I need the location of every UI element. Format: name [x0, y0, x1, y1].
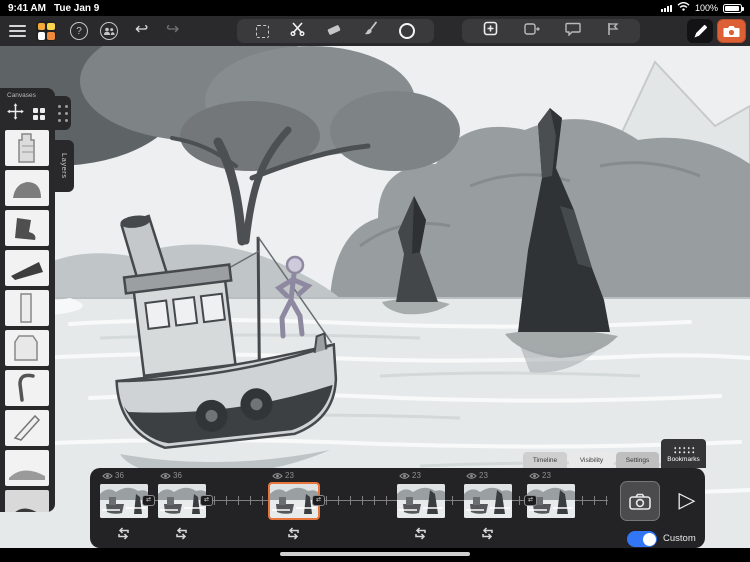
canvas-thumbnail[interactable] [5, 370, 49, 406]
canvas-thumbnail[interactable] [5, 490, 49, 512]
canvas-thumbnail[interactable] [5, 170, 49, 206]
flag-icon[interactable] [607, 22, 619, 41]
frame-visibility[interactable]: 36 [102, 471, 124, 480]
home-indicator[interactable] [280, 552, 470, 556]
help-button[interactable]: ? [70, 22, 88, 40]
frame-visibility[interactable]: 36 [160, 471, 182, 480]
custom-loop-toggle[interactable] [627, 531, 657, 547]
timeline-frame[interactable] [100, 484, 148, 518]
loop-icon[interactable] [286, 527, 301, 540]
brush-size-icon[interactable] [399, 23, 415, 39]
canvas-thumbnail[interactable] [5, 250, 49, 286]
battery-percent: 100% [695, 3, 718, 13]
pencil-mode-button[interactable] [687, 19, 713, 43]
loop-icon[interactable] [413, 527, 428, 540]
redo-button[interactable]: ↪ [166, 20, 179, 40]
people-icon [103, 27, 115, 35]
canvas-thumbnail[interactable] [5, 410, 49, 446]
custom-toggle-label: Custom [663, 533, 696, 544]
frame-tool-group [462, 19, 640, 43]
transition-marker[interactable]: ⇄ [200, 495, 213, 506]
capture-button[interactable] [717, 19, 746, 43]
capture-frame-button[interactable] [620, 481, 660, 521]
selection-tool-icon[interactable] [256, 25, 269, 38]
app-logo[interactable] [36, 21, 56, 41]
cellular-signal-icon [661, 4, 672, 12]
play-button[interactable]: ▷ [674, 484, 700, 516]
insert-frame-icon[interactable] [524, 22, 540, 41]
eraser-tool-icon[interactable] [326, 22, 342, 41]
panel-drag-handle[interactable] [55, 96, 71, 130]
timeline-panel: 36 36 23 23 23 23 ⇄ ⇄ ⇄ ⇄ ▷ Custom [90, 468, 705, 548]
canvas-thumbnail[interactable] [5, 450, 49, 486]
loop-icon[interactable] [116, 527, 131, 540]
status-date: Tue Jan 9 [54, 3, 99, 14]
camera-icon [723, 25, 740, 38]
frame-visibility[interactable]: 23 [272, 471, 294, 480]
tab-timeline[interactable]: Timeline [523, 452, 567, 468]
canvas-thumbnail[interactable] [5, 290, 49, 326]
undo-button[interactable]: ↩ [135, 20, 148, 40]
frame-visibility[interactable]: 23 [466, 471, 488, 480]
edit-tool-group [237, 19, 434, 43]
collaborate-button[interactable] [100, 22, 118, 40]
transition-marker[interactable]: ⇄ [312, 495, 325, 506]
layers-tab[interactable]: Layers [55, 140, 74, 192]
canvas-thumbnail[interactable] [5, 130, 49, 166]
bookmarks-grid-icon [672, 445, 696, 454]
battery-icon [723, 4, 742, 13]
frame-visibility[interactable]: 23 [399, 471, 421, 480]
transition-marker[interactable]: ⇄ [524, 495, 537, 506]
canvases-panel-title: Canvases [0, 88, 55, 99]
gallery-view-icon[interactable] [33, 108, 45, 120]
canvas-thumbnail[interactable] [5, 210, 49, 246]
add-frame-icon[interactable] [483, 21, 498, 41]
tab-visibility[interactable]: Visibility [569, 452, 614, 468]
pencil-icon [692, 23, 709, 40]
status-bar: 9:41 AM Tue Jan 9 100% [0, 0, 750, 16]
tab-settings[interactable]: Settings [616, 452, 659, 468]
tab-bookmarks[interactable]: Bookmarks [661, 439, 706, 468]
timeline-frame[interactable] [158, 484, 206, 518]
menu-button[interactable] [9, 25, 26, 37]
timeline-frame[interactable] [464, 484, 512, 518]
timeline-frame[interactable] [397, 484, 445, 518]
wifi-icon [677, 2, 690, 14]
frame-visibility[interactable]: 23 [529, 471, 551, 480]
loop-icon[interactable] [174, 527, 189, 540]
comment-icon[interactable] [565, 22, 581, 41]
main-toolbar: ? ↩ ↪ [0, 16, 750, 46]
move-tool-icon[interactable] [7, 103, 24, 125]
brush-tool-icon[interactable] [363, 21, 378, 41]
canvases-panel: Canvases [0, 88, 55, 512]
canvas-thumbnail[interactable] [5, 330, 49, 366]
cut-tool-icon[interactable] [290, 21, 305, 41]
transition-marker[interactable]: ⇄ [142, 495, 155, 506]
app-screen: 9:41 AM Tue Jan 9 100% ? ↩ ↪ [0, 0, 750, 562]
timeline-frame-selected[interactable] [270, 484, 318, 518]
camera-outline-icon [629, 493, 651, 510]
bottom-strip [0, 548, 750, 562]
status-time: 9:41 AM [8, 3, 46, 14]
loop-icon[interactable] [480, 527, 495, 540]
